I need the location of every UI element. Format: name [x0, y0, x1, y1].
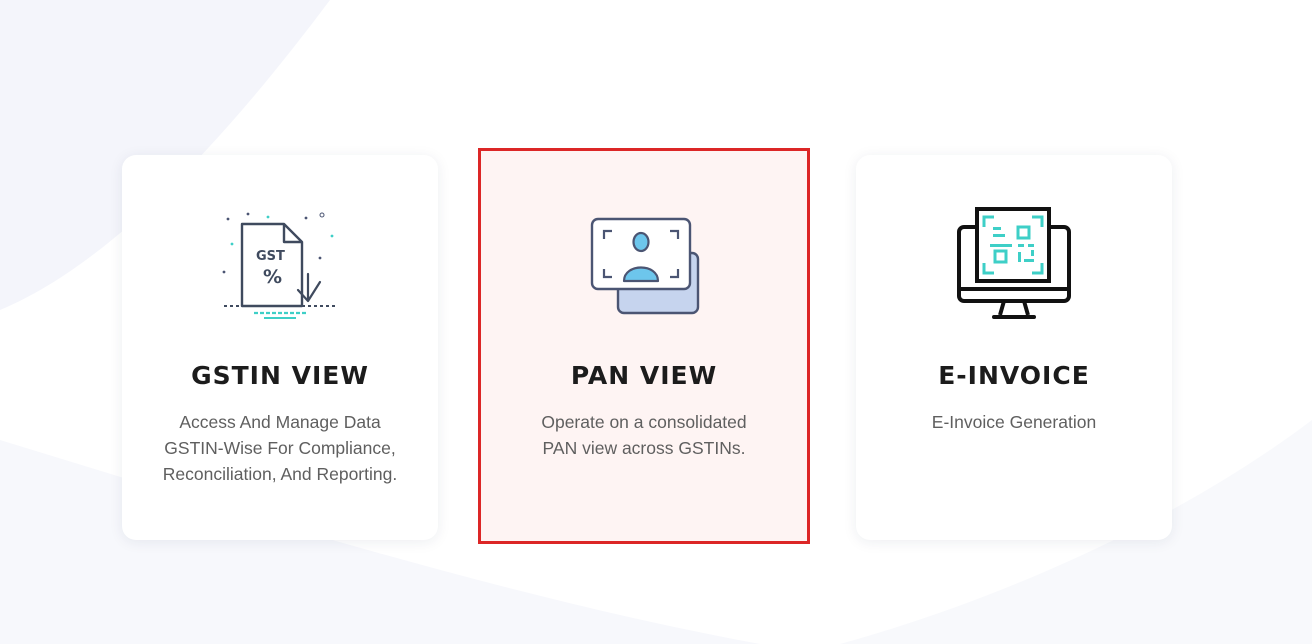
description-line: Access And Manage Data [179, 412, 381, 432]
card-description: E-Invoice Generation [876, 409, 1152, 435]
description-line: Operate on a consolidated [541, 412, 747, 432]
pan-card-icon [590, 217, 700, 315]
svg-text:%: % [263, 266, 282, 288]
card-description: Access And Manage Data GSTIN-Wise For Co… [142, 409, 418, 487]
description-line: E-Invoice Generation [931, 412, 1097, 432]
card-gstin-view[interactable]: GST % GSTIN VIEW Access And Manage Data … [122, 155, 438, 540]
card-title: PAN VIEW [570, 361, 718, 390]
card-e-invoice[interactable]: E-INVOICE E-Invoice Generation [856, 155, 1172, 540]
gst-document-icon: GST % [222, 212, 336, 319]
card-description: Operate on a consolidated PAN view acros… [501, 409, 787, 461]
gst-icon-text: GST [256, 249, 285, 264]
description-line: GSTIN-Wise For Compliance, [164, 438, 396, 458]
card-title: E-INVOICE [938, 361, 1090, 390]
description-line: PAN view across GSTINs. [542, 438, 746, 458]
qr-monitor-icon [957, 207, 1071, 319]
card-title: GSTIN VIEW [191, 361, 369, 390]
description-line: Reconciliation, And Reporting. [162, 464, 398, 484]
card-pan-view[interactable]: PAN VIEW Operate on a consolidated PAN v… [478, 148, 810, 544]
